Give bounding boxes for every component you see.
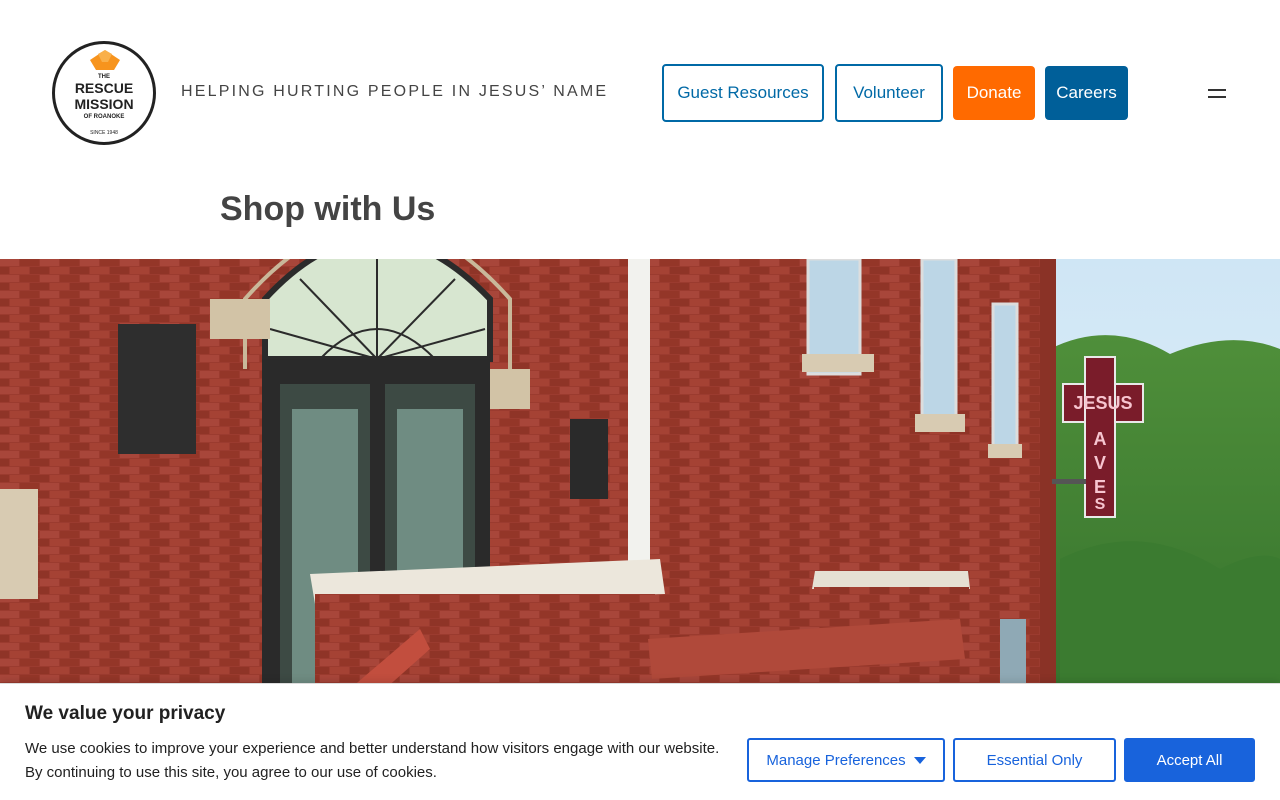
essential-only-button[interactable]: Essential Only (953, 738, 1116, 782)
page: THE RESCUE MISSION OF ROANOKE SINCE 1948… (0, 0, 1280, 800)
cookie-banner-text: We use cookies to improve your experienc… (25, 740, 720, 781)
manage-preferences-button[interactable]: Manage Preferences (747, 738, 945, 782)
accept-all-button[interactable]: Accept All (1124, 738, 1255, 782)
menu-icon-bar (1208, 89, 1226, 91)
site-tagline: HELPING HURTING PEOPLE IN JESUS’ NAME (181, 83, 609, 100)
sign-text-jesus: JESUS (1073, 393, 1132, 413)
svg-text:V: V (1094, 453, 1106, 473)
manage-preferences-label: Manage Preferences (766, 751, 906, 769)
hamburger-menu-icon[interactable] (1208, 87, 1226, 99)
guest-resources-button[interactable]: Guest Resources (662, 64, 824, 122)
volunteer-button[interactable]: Volunteer (835, 64, 943, 122)
caret-down-icon (913, 756, 926, 764)
menu-icon-bar (1208, 96, 1226, 98)
sign-text-s: S (1095, 496, 1106, 513)
cookie-consent-banner: We value your privacy We use cookies to … (0, 683, 1280, 800)
logo-text-rescue: RESCUE (74, 80, 134, 96)
svg-text:E: E (1094, 477, 1106, 497)
cookie-banner-title: We value your privacy (25, 703, 226, 724)
house-roof-icon (90, 50, 120, 70)
logo-text-of-roanoke: OF ROANOKE (83, 114, 125, 120)
logo-text-mission: MISSION (74, 96, 134, 112)
page-title: Shop with Us (220, 190, 436, 228)
careers-button[interactable]: Careers (1045, 66, 1128, 120)
logo-text-since: SINCE 1948 (90, 130, 118, 136)
site-logo[interactable]: THE RESCUE MISSION OF ROANOKE SINCE 1948 (52, 41, 156, 145)
donate-button[interactable]: Donate (953, 66, 1035, 120)
svg-text:A: A (1094, 429, 1107, 449)
site-header: THE RESCUE MISSION OF ROANOKE SINCE 1948… (0, 0, 1280, 185)
